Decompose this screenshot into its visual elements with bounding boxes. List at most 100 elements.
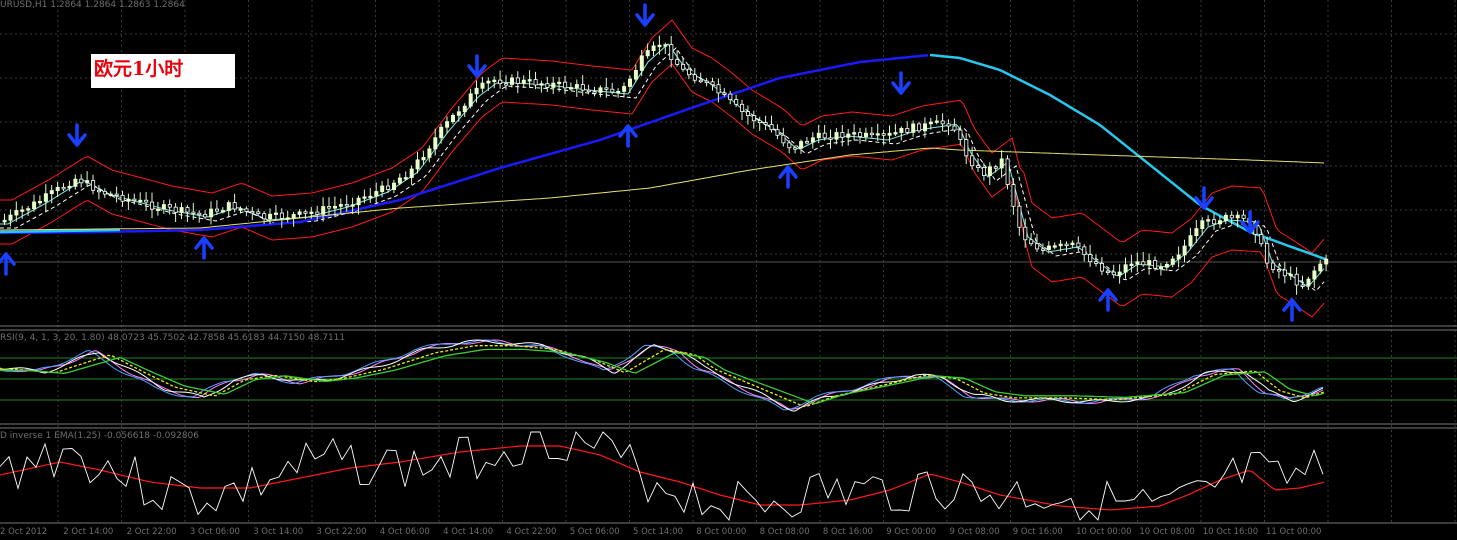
candle-bull bbox=[622, 86, 627, 92]
candle-bear bbox=[1229, 214, 1234, 219]
long-ma-line bbox=[0, 147, 1325, 231]
candle-bear bbox=[250, 210, 255, 214]
candle-bear bbox=[740, 103, 745, 113]
candle-bear bbox=[781, 134, 786, 144]
candle-bull bbox=[557, 81, 562, 85]
candle-bear bbox=[1100, 262, 1105, 272]
candle-bull bbox=[297, 211, 302, 215]
candle-bear bbox=[344, 204, 349, 207]
candle-bull bbox=[1123, 264, 1128, 273]
candle-bear bbox=[976, 165, 981, 168]
candle-bull bbox=[291, 214, 296, 219]
candle-bull bbox=[273, 212, 278, 215]
candle-bear bbox=[1041, 248, 1046, 251]
candle-bear bbox=[120, 194, 125, 202]
candle-bear bbox=[91, 180, 96, 191]
time-axis-label: 2 Oct 14:00 bbox=[63, 527, 114, 537]
candle-bull bbox=[923, 123, 928, 132]
blue-up-arrow-icon bbox=[1282, 298, 1302, 322]
candle-bull bbox=[55, 186, 60, 191]
candle-bull bbox=[43, 193, 48, 202]
candle-bull bbox=[439, 126, 444, 139]
candle-bear bbox=[592, 91, 597, 94]
candle-bear bbox=[1241, 214, 1246, 219]
candle-bull bbox=[509, 77, 514, 85]
candle-bull bbox=[138, 199, 143, 203]
candle-bear bbox=[1082, 246, 1087, 256]
candle-bear bbox=[545, 83, 550, 88]
candle-bear bbox=[805, 141, 810, 144]
time-axis-label: 2 Oct 22:00 bbox=[126, 527, 177, 537]
candle-bear bbox=[315, 211, 320, 215]
candle-bull bbox=[226, 202, 231, 211]
candle-bear bbox=[1005, 158, 1010, 185]
candle-bear bbox=[604, 87, 609, 90]
candle-bear bbox=[1094, 261, 1099, 264]
candle-bull bbox=[1223, 214, 1228, 222]
oscillator-indicator-header: D inverse 1 EMA(1.25) -0.056618 -0.09280… bbox=[0, 431, 200, 441]
candle-bull bbox=[899, 128, 904, 133]
candle-bull bbox=[569, 87, 574, 90]
candle-bull bbox=[1312, 270, 1317, 280]
candle-bull bbox=[445, 121, 450, 128]
candle-bear bbox=[840, 132, 845, 138]
candle-bull bbox=[1200, 220, 1205, 229]
candle-bear bbox=[191, 211, 196, 214]
time-axis-label: 4 Oct 14:00 bbox=[443, 527, 494, 537]
candle-bear bbox=[1153, 260, 1158, 269]
candle-bull bbox=[368, 195, 373, 199]
candle-bear bbox=[687, 68, 692, 76]
candle-bull bbox=[639, 55, 644, 71]
candle-bull bbox=[108, 193, 113, 196]
candle-bear bbox=[586, 89, 591, 93]
blue-down-arrow-icon bbox=[635, 3, 655, 27]
candle-bull bbox=[456, 111, 461, 116]
time-axis-label: 11 Oct 00:00 bbox=[1266, 527, 1322, 537]
candle-bear bbox=[97, 189, 102, 193]
candle-bull bbox=[1194, 228, 1199, 237]
candle-bull bbox=[633, 70, 638, 80]
candle-bull bbox=[1182, 245, 1187, 256]
chart-caption: 欧元1小时 bbox=[91, 54, 235, 88]
candle-bull bbox=[1306, 278, 1311, 286]
candle-bull bbox=[928, 121, 933, 125]
candle-bull bbox=[73, 178, 78, 187]
candle-bear bbox=[214, 208, 219, 212]
candle-bear bbox=[197, 212, 202, 216]
candle-bear bbox=[946, 123, 951, 127]
candle-bear bbox=[185, 207, 190, 213]
candle-bull bbox=[663, 44, 668, 47]
chart-window: URUSD,H1 1.2864 1.2864 1.2863 1.2864 欧元1… bbox=[0, 0, 1457, 540]
candle-bear bbox=[1294, 273, 1299, 286]
candle-bull bbox=[161, 204, 166, 210]
candle-bull bbox=[551, 82, 556, 88]
candle-bear bbox=[327, 206, 332, 209]
time-axis-label: 3 Oct 06:00 bbox=[189, 527, 240, 537]
candle-bear bbox=[303, 211, 308, 214]
candle-bull bbox=[1324, 258, 1329, 265]
candle-bear bbox=[79, 178, 84, 184]
candle-bull bbox=[391, 182, 396, 190]
candle-bull bbox=[321, 206, 326, 215]
candle-bull bbox=[1176, 254, 1181, 260]
candle-bull bbox=[616, 90, 621, 94]
candle-bull bbox=[651, 45, 656, 51]
candle-bull bbox=[1218, 220, 1223, 225]
blue-down-arrow-icon bbox=[67, 123, 87, 147]
candle-bear bbox=[698, 79, 703, 83]
candle-bear bbox=[675, 59, 680, 65]
candle-bear bbox=[822, 132, 827, 139]
time-axis-label: 8 Oct 08:00 bbox=[759, 527, 810, 537]
candle-bear bbox=[244, 208, 249, 212]
candle-bear bbox=[114, 193, 119, 196]
candle-bear bbox=[515, 77, 520, 84]
candle-bear bbox=[610, 88, 615, 93]
candle-bear bbox=[751, 115, 756, 122]
candle-bear bbox=[787, 142, 792, 149]
candle-bull bbox=[1159, 266, 1164, 270]
candle-bull bbox=[852, 132, 857, 135]
candle-bull bbox=[179, 207, 184, 213]
candle-bull bbox=[209, 208, 214, 218]
candle-bear bbox=[958, 129, 963, 140]
candle-bear bbox=[952, 125, 957, 131]
